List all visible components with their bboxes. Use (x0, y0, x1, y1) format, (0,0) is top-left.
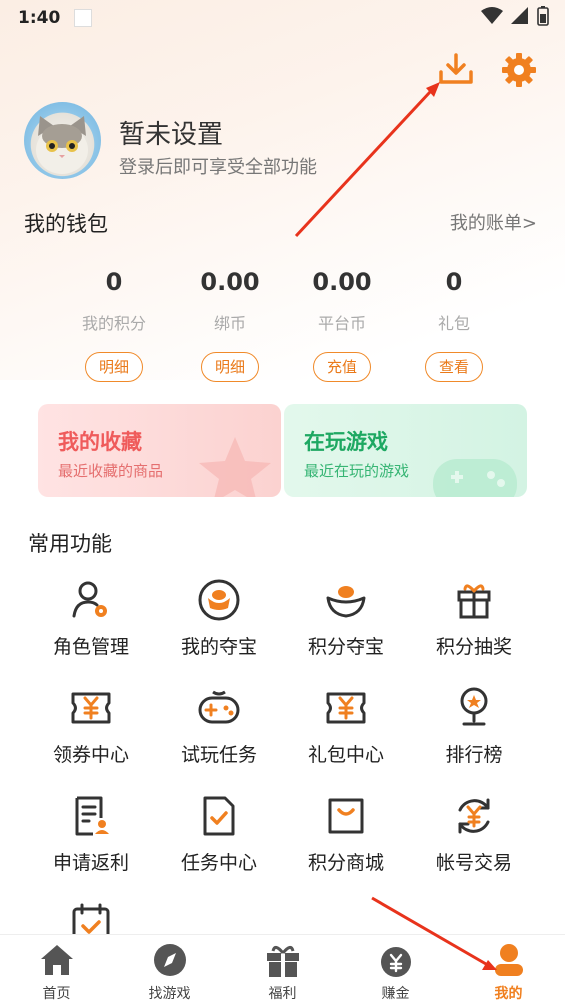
recharge-button[interactable]: 充值 (313, 352, 371, 382)
my-favorites-card[interactable]: 我的收藏 最近收藏的商品 (38, 404, 281, 497)
function-label: 积分夺宝 (307, 636, 384, 658)
function-apply-rebate[interactable]: 申请返利 (27, 794, 155, 884)
wallet-label: 礼包 (437, 314, 470, 333)
status-bar: 1:40 (0, 0, 565, 36)
function-label: 试玩任务 (180, 744, 257, 766)
wallet-label: 绑币 (213, 314, 246, 333)
view-gift-packs-button[interactable]: 查看 (425, 352, 483, 382)
wallet-value: 0.00 (312, 268, 372, 296)
rebate-doc-icon (75, 796, 109, 836)
function-task-center[interactable]: 任务中心 (155, 794, 283, 884)
function-account-trade[interactable]: 帐号交易 (410, 794, 538, 884)
compass-icon (153, 944, 186, 976)
function-label: 领券中心 (52, 744, 129, 766)
function-leaderboard[interactable]: 排行榜 (410, 686, 538, 776)
tab-label: 福利 (268, 986, 297, 1002)
wallet-value: 0 (445, 268, 463, 296)
function-label: 帐号交易 (435, 852, 512, 874)
function-trial-tasks[interactable]: 试玩任务 (155, 686, 283, 776)
settings-gear-icon[interactable] (499, 50, 539, 90)
tab-label: 首页 (42, 986, 71, 1002)
gamepad-icon (198, 690, 240, 724)
signal-icon (511, 7, 528, 24)
my-treasure-icon (198, 579, 240, 621)
bottom-tab-bar: 首页 找游戏 福利 赚金 我的 (0, 934, 565, 1004)
gift-icon (266, 946, 299, 977)
wallet-label: 平台币 (317, 314, 366, 333)
function-sign-in[interactable] (27, 902, 155, 934)
function-label: 任务中心 (180, 852, 257, 874)
tab-home[interactable]: 首页 (0, 935, 113, 1004)
wallet-item-platform-coins: 0.00 平台币 充值 (287, 268, 397, 382)
my-bill-link[interactable]: 我的账单> (450, 209, 537, 235)
function-points-draw[interactable]: 积分抽奖 (410, 578, 538, 668)
wallet-item-points: 0 我的积分 明细 (59, 268, 169, 382)
tab-label: 赚金 (381, 986, 410, 1002)
star-icon (199, 437, 271, 497)
function-label: 我的夺宝 (180, 636, 257, 658)
tab-welfare[interactable]: 福利 (226, 935, 339, 1004)
wallet-value: 0 (105, 268, 123, 296)
function-label: 礼包中心 (307, 744, 384, 766)
wallet-item-bound-coins: 0.00 绑币 明细 (175, 268, 285, 382)
function-label: 积分抽奖 (435, 636, 512, 658)
points-detail-button[interactable]: 明细 (85, 352, 143, 382)
home-icon (40, 945, 73, 975)
common-functions-title: 常用功能 (28, 532, 112, 556)
points-treasure-icon (326, 586, 366, 618)
function-label: 申请返利 (52, 852, 129, 874)
card-title: 在玩游戏 (304, 430, 388, 454)
wifi-icon (481, 7, 503, 24)
tab-label: 我的 (494, 986, 523, 1002)
function-role-manage[interactable]: 角色管理 (27, 578, 155, 668)
wallet-item-gift-packs: 0 礼包 查看 (399, 268, 509, 382)
user-icon (494, 944, 523, 976)
tab-find-games[interactable]: 找游戏 (113, 935, 226, 1004)
card-title: 我的收藏 (58, 430, 142, 454)
function-coupon-center[interactable]: 领券中心 (27, 686, 155, 776)
function-label: 积分商城 (307, 852, 384, 874)
coupon-icon (71, 692, 111, 724)
shopping-bag-icon (328, 798, 364, 834)
function-gift-center[interactable]: 礼包中心 (282, 686, 410, 776)
task-doc-icon (203, 796, 235, 836)
function-points-mall[interactable]: 积分商城 (282, 794, 410, 884)
tab-earn-gold[interactable]: 赚金 (339, 935, 452, 1004)
status-icons (481, 6, 549, 26)
card-subtitle: 最近在玩的游戏 (304, 462, 410, 480)
profile-subtitle: 登录后即可享受全部功能 (119, 157, 317, 178)
bound-coins-detail-button[interactable]: 明细 (201, 352, 259, 382)
trophy-icon (460, 687, 488, 726)
function-points-treasure[interactable]: 积分夺宝 (282, 578, 410, 668)
function-my-treasure[interactable]: 我的夺宝 (155, 578, 283, 668)
wallet-title: 我的钱包 (24, 212, 108, 236)
wallet-label: 我的积分 (81, 314, 146, 333)
playing-games-card[interactable]: 在玩游戏 最近在玩的游戏 (284, 404, 527, 497)
card-subtitle: 最近收藏的商品 (58, 462, 164, 480)
download-icon[interactable] (436, 50, 476, 90)
gift-pack-icon (326, 692, 366, 724)
notification-icon (74, 9, 93, 27)
avatar[interactable] (24, 102, 101, 179)
calendar-check-icon (72, 903, 110, 934)
battery-icon (537, 6, 549, 26)
tab-label: 找游戏 (148, 986, 191, 1002)
role-manage-icon (72, 581, 107, 618)
gift-draw-icon (457, 584, 491, 619)
function-label: 角色管理 (52, 636, 129, 658)
money-bag-icon (380, 947, 411, 977)
gamepad-icon (433, 459, 517, 497)
tab-mine[interactable]: 我的 (452, 935, 565, 1004)
status-time: 1:40 (18, 8, 61, 28)
profile-name[interactable]: 暂未设置 (119, 114, 223, 151)
wallet-value: 0.00 (200, 268, 260, 296)
function-label: 排行榜 (445, 744, 503, 766)
account-trade-icon (458, 798, 490, 834)
